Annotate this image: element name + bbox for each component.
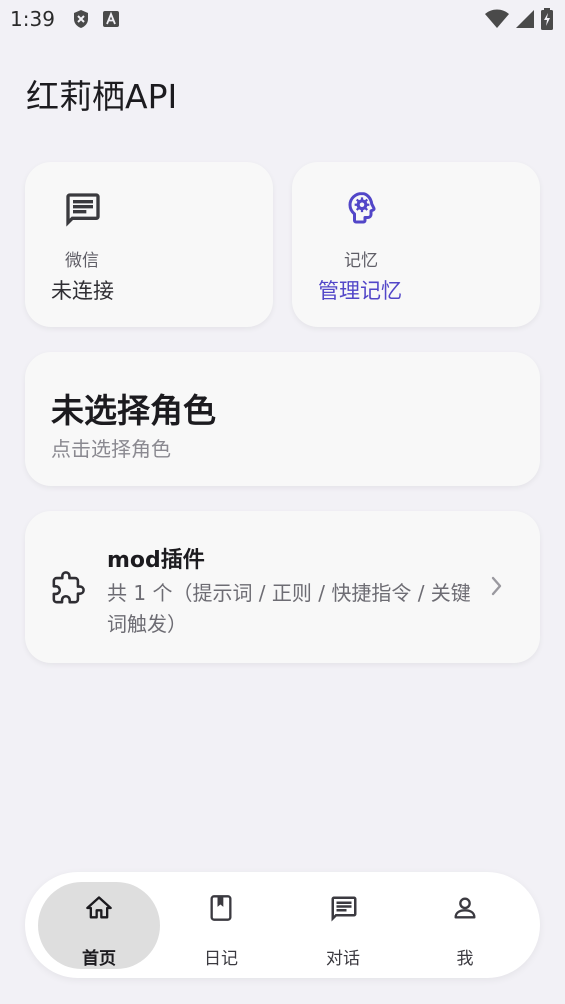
app-title: 红莉栖API <box>26 77 178 116</box>
status-bar: 1:39 <box>0 0 565 38</box>
home-screen: 1:39 红莉栖API 微信 未连接 记忆 管理记忆 未选择角色 点击选择角色 … <box>0 0 565 1004</box>
puzzle-icon <box>51 571 85 609</box>
chat-icon <box>329 894 359 928</box>
mod-title: mod插件 <box>107 548 205 573</box>
wechat-label: 微信 <box>65 251 99 271</box>
role-title: 未选择角色 <box>51 391 216 430</box>
status-time: 1:39 <box>10 7 55 31</box>
nav-label-chat: 对话 <box>326 949 360 969</box>
mod-description: 共 1 个（提示词 / 正则 / 快捷指令 / 关键词触发） <box>107 581 471 636</box>
nav-item-diary[interactable]: 日记 <box>160 882 282 969</box>
nav-item-chat[interactable]: 对话 <box>282 882 404 969</box>
status-right-icons <box>485 8 553 34</box>
wifi-icon <box>485 9 509 33</box>
memory-label: 记忆 <box>344 251 378 271</box>
nav-label-home: 首页 <box>82 949 116 969</box>
signal-icon <box>515 9 535 33</box>
bottom-navigation: 首页 日记 对话 我 <box>25 872 540 978</box>
book-icon <box>207 894 235 926</box>
wechat-status: 未连接 <box>51 279 114 303</box>
brain-gear-icon <box>344 190 380 234</box>
shield-icon <box>72 9 90 33</box>
nav-item-home[interactable]: 首页 <box>38 882 160 969</box>
battery-charging-icon <box>541 8 553 34</box>
nav-item-me[interactable]: 我 <box>404 882 526 969</box>
wechat-card[interactable]: 微信 未连接 <box>25 162 273 327</box>
memory-card[interactable]: 记忆 管理记忆 <box>292 162 540 327</box>
home-icon <box>85 894 113 926</box>
message-icon <box>63 190 103 234</box>
status-left-icons <box>72 9 120 33</box>
role-subtitle: 点击选择角色 <box>51 437 171 461</box>
nav-label-me: 我 <box>456 949 474 969</box>
mod-plugins-card[interactable]: mod插件 共 1 个（提示词 / 正则 / 快捷指令 / 关键词触发） <box>25 511 540 663</box>
nav-label-diary: 日记 <box>204 949 238 969</box>
person-icon <box>451 894 479 926</box>
role-selection-card[interactable]: 未选择角色 点击选择角色 <box>25 352 540 486</box>
manage-memory-link[interactable]: 管理记忆 <box>318 275 402 305</box>
font-a-icon <box>102 9 120 33</box>
chevron-right-icon <box>490 575 504 601</box>
